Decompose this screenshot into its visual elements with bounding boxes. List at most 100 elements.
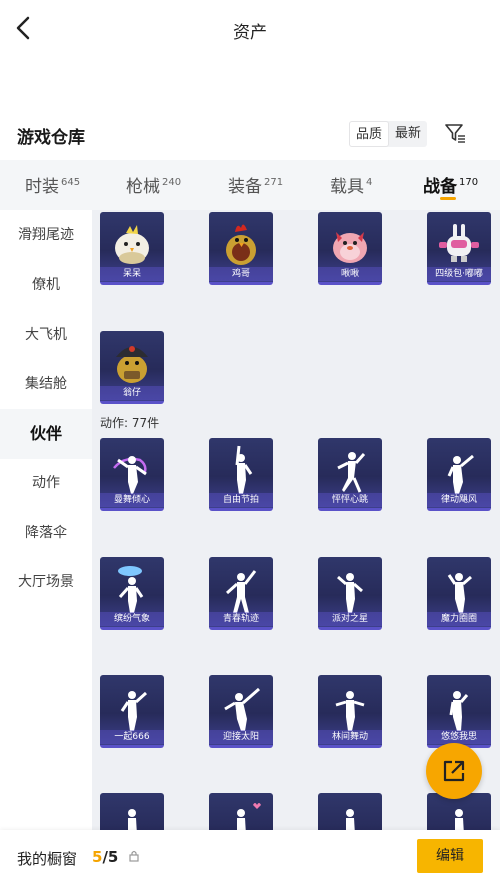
share-fab-button[interactable] [426,743,482,799]
tab-count: 240 [162,177,182,188]
showcase-used: 5 [92,848,103,866]
active-tab-indicator [440,197,456,200]
page-title: 资产 [233,23,267,43]
card-label: 呆呆 [100,267,164,281]
dancer-silhouette-icon [224,687,260,731]
pink-bird-icon [333,232,367,263]
tab-label: 时装 [25,177,59,197]
filter-icon[interactable] [443,121,467,145]
action-card[interactable]: 悠悠我思 [427,675,491,748]
dancer-silhouette-icon [237,803,261,830]
dancer-silhouette-icon [447,573,472,613]
tab-label: 战备 [423,177,457,197]
tab-vehicles[interactable]: 载具 4 [330,172,372,197]
companion-card[interactable]: 呆呆 [100,212,164,285]
dancer-silhouette-icon [235,445,253,494]
card-label: 林间舞动 [318,730,382,744]
white-chick-icon [115,225,149,264]
edit-button[interactable]: 编辑 [417,839,483,873]
sidebar-item-assembly-pod[interactable]: 集结舱 [0,359,92,409]
tab-label: 枪械 [126,177,160,197]
lock-icon [129,850,139,862]
dancer-silhouette-icon [335,691,365,731]
pink-robot-icon [439,224,479,262]
sidebar-item-companion[interactable]: 伙伴 [0,409,92,459]
card-label: 啾啾 [318,267,382,281]
tab-count: 271 [264,177,284,188]
action-card[interactable]: 魔力圈圈 [427,557,491,630]
showcase-total: /5 [102,848,119,866]
action-card[interactable]: 迎接太阳 [209,675,273,748]
sidebar-item-lobby-scene[interactable]: 大厅场景 [0,557,92,607]
action-card[interactable]: 青春轨迹 [209,557,273,630]
companion-card[interactable]: 鸡哥 [209,212,273,285]
sidebar-item-big-plane[interactable]: 大飞机 [0,310,92,360]
sidebar-item-wingman[interactable]: 僚机 [0,260,92,310]
companion-card[interactable]: 啾啾 [318,212,382,285]
helmet-chick-icon [116,346,148,383]
action-card[interactable]: 一起666 [100,675,164,748]
card-label: 怦怦心跳 [318,493,382,507]
card-label: 青春轨迹 [209,612,273,626]
card-label: 曼舞倾心 [100,493,164,507]
dancer-silhouette-icon [449,691,469,731]
card-label: 一起666 [100,730,164,744]
tab-label: 装备 [228,177,262,197]
dancer-silhouette-icon [128,809,137,830]
card-label: 魔力圈圈 [427,612,491,626]
showcase-count: 5/5 [92,848,118,866]
card-label: 悠悠我思 [427,730,491,744]
tab-equipment[interactable]: 装备 271 [228,172,283,197]
companion-card[interactable]: 翁仔 [100,331,164,404]
sidebar-item-parachute[interactable]: 降落伞 [0,508,92,558]
dancer-silhouette-icon [337,452,366,493]
sidebar-item-glide-trail[interactable]: 滑翔尾迹 [0,210,92,260]
action-card[interactable]: 律动飓风 [427,438,491,511]
action-card[interactable] [318,793,382,830]
tab-combat-prep[interactable]: 战备 170 [423,172,478,197]
action-card[interactable] [209,793,273,830]
tab-count: 645 [61,177,81,188]
top-bar: 资产 [0,0,500,58]
card-label: 四级包·嘟嘟 [427,267,491,281]
section-title: 游戏仓库 [17,128,85,148]
card-label: 翁仔 [100,386,164,400]
action-card[interactable]: 怦怦心跳 [318,438,382,511]
action-card[interactable]: 林间舞动 [318,675,382,748]
sort-newest-button[interactable]: 最新 [389,121,427,147]
dancer-silhouette-icon [447,454,474,494]
card-label: 缤纷气象 [100,612,164,626]
action-card[interactable] [100,793,164,830]
category-tabs: 时装 645 枪械 240 装备 271 载具 4 战备 170 [0,160,500,210]
card-label: 自由节拍 [209,493,273,507]
bottom-bar: 我的橱窗 5/5 编辑 [0,830,500,885]
companion-card[interactable]: 四级包·嘟嘟 [427,212,491,285]
card-label: 鸡哥 [209,267,273,281]
external-link-icon [443,760,465,782]
actions-section-title: 动作: 77件 [100,416,160,430]
dancer-silhouette-icon [337,573,363,613]
dancer-silhouette-icon [118,566,144,613]
sidebar-item-emote[interactable]: 动作 [0,458,92,508]
rooster-icon [226,224,256,265]
action-card[interactable]: 自由节拍 [209,438,273,511]
action-card[interactable]: 缤纷气象 [100,557,164,630]
card-label: 派对之星 [318,612,382,626]
tab-fashion[interactable]: 时装 645 [25,172,80,197]
sort-toggle: 品质 最新 [349,121,428,147]
item-grid: 呆呆 鸡哥 啾啾 四级包·嘟嘟 翁仔 动作: 77件 曼舞倾心 自由节拍 怦怦心… [92,210,500,830]
showcase-label: 我的橱窗 [17,850,78,868]
tab-label: 载具 [330,177,364,197]
card-label: 律动飓风 [427,493,491,507]
card-label: 迎接太阳 [209,730,273,744]
sidebar: 滑翔尾迹 僚机 大飞机 集结舱 伙伴 动作 降落伞 大厅场景 [0,210,92,830]
dancer-silhouette-icon [120,691,148,731]
tab-count: 170 [459,177,479,188]
action-card[interactable]: 派对之星 [318,557,382,630]
sort-quality-button[interactable]: 品质 [349,121,390,147]
tab-guns[interactable]: 枪械 240 [126,172,181,197]
dancer-silhouette-icon [113,456,147,494]
action-card[interactable]: 曼舞倾心 [100,438,164,511]
dancer-silhouette-icon [225,570,257,613]
tab-count: 4 [366,177,373,188]
